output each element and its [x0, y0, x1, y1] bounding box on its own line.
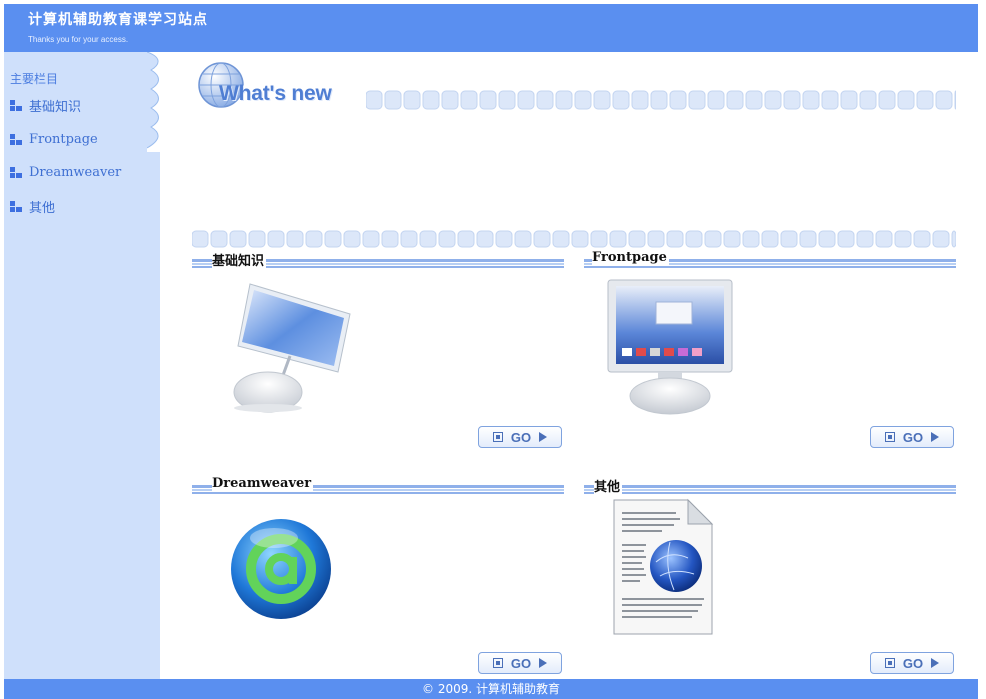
sidebar-item-other[interactable]: 其他: [10, 197, 55, 216]
section-basics: 基础知识 GO: [192, 250, 564, 485]
main-content: What's new 基础知识 GO Frontpage GO Dreamwea…: [160, 52, 978, 679]
section-dreamweaver: Dreamweaver GO: [192, 476, 564, 699]
sidebar-item-label: Frontpage: [29, 132, 98, 147]
square-bullet-icon: [10, 99, 23, 112]
section-title: Dreamweaver: [212, 476, 314, 491]
window-icon: [884, 658, 895, 668]
site-title: 计算机辅助教育课学习站点: [28, 12, 208, 28]
section-header-stripes: [584, 485, 956, 494]
sidebar-item-label: Dreamweaver: [29, 165, 122, 180]
flat-monitor-icon: [607, 279, 733, 415]
square-bullet-icon: [10, 166, 23, 179]
sidebar: 主要栏目 基础知识 Frontpage Dreamweaver 其他: [4, 52, 167, 679]
sidebar-item-basics[interactable]: 基础知识: [10, 96, 81, 115]
site-footer: © 2009. 计算机辅助教育: [4, 679, 978, 699]
whats-new-title: What's new: [219, 82, 332, 105]
section-other: 其他 GO: [584, 476, 956, 699]
square-bullet-icon: [10, 200, 23, 213]
section-frontpage: Frontpage GO: [584, 250, 956, 485]
go-button[interactable]: GO: [478, 426, 562, 448]
sidebar-item-label: 其他: [29, 201, 56, 216]
imac-computer-icon: [233, 283, 351, 413]
sidebar-item-dreamweaver[interactable]: Dreamweaver: [10, 165, 121, 180]
whats-new-banner: What's new: [196, 58, 366, 114]
go-button[interactable]: GO: [870, 426, 954, 448]
site-subtitle: Thanks you for your access.: [28, 35, 129, 44]
email-globe-icon: [231, 519, 331, 619]
dotted-decoration: [366, 90, 956, 110]
play-arrow-icon: [539, 658, 548, 668]
go-button-label: GO: [510, 429, 532, 445]
go-button-label: GO: [902, 655, 924, 671]
go-button-label: GO: [902, 429, 924, 445]
go-button-label: GO: [510, 655, 532, 671]
window-icon: [884, 432, 895, 442]
go-button[interactable]: GO: [478, 652, 562, 674]
square-bullet-icon: [10, 133, 23, 146]
play-arrow-icon: [931, 432, 940, 442]
window-icon: [492, 432, 503, 442]
sidebar-heading: 主要栏目: [10, 72, 59, 86]
section-title: 基础知识: [212, 250, 267, 269]
sidebar-item-label: 基础知识: [29, 100, 82, 115]
section-title: 其他: [594, 476, 623, 495]
window-icon: [492, 658, 503, 668]
sidebar-item-frontpage[interactable]: Frontpage: [10, 132, 98, 147]
copyright-text: © 2009. 计算机辅助教育: [422, 682, 560, 696]
go-button[interactable]: GO: [870, 652, 954, 674]
section-title: Frontpage: [592, 250, 669, 265]
dotted-decoration: [192, 230, 956, 248]
site-header: 计算机辅助教育课学习站点 Thanks you for your access.: [4, 4, 978, 52]
document-globe-icon: [613, 498, 714, 635]
play-arrow-icon: [931, 658, 940, 668]
play-arrow-icon: [539, 432, 548, 442]
